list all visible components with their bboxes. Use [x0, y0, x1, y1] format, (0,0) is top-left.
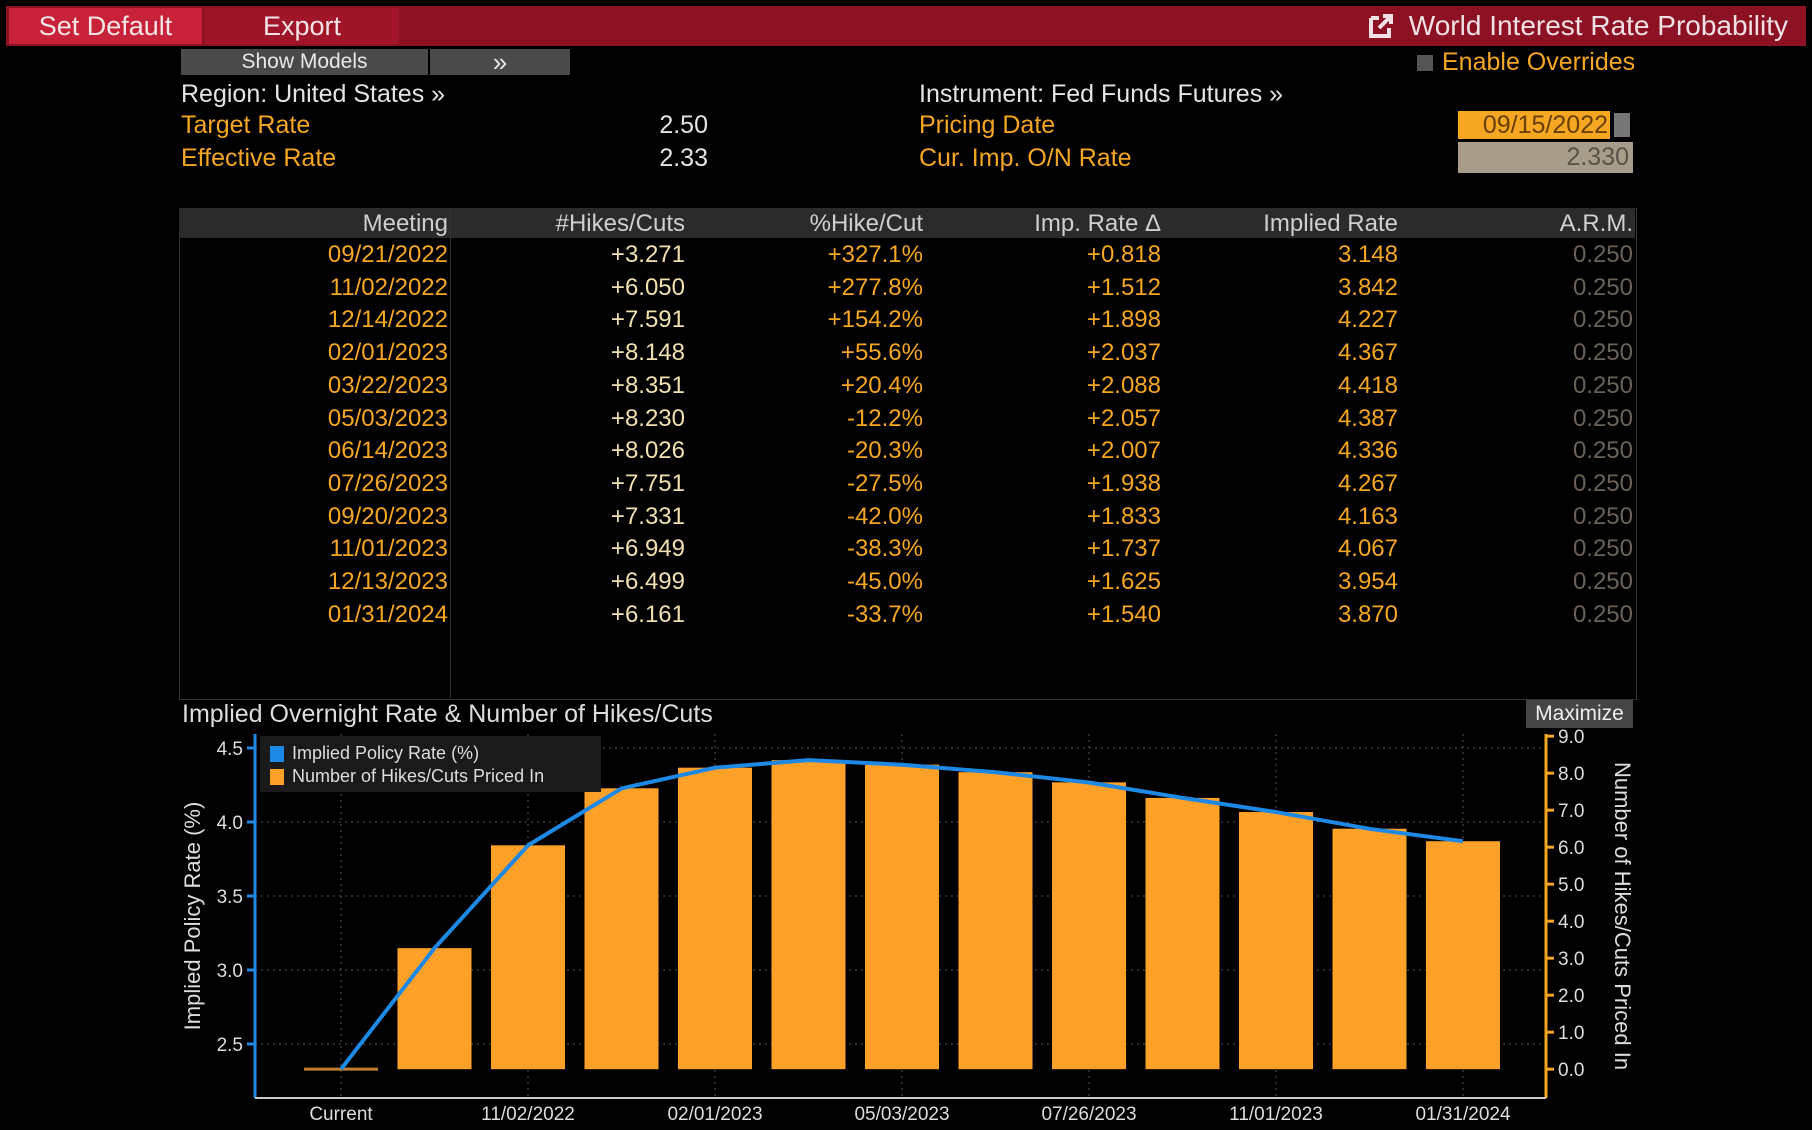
bar [1426, 841, 1500, 1070]
left-tick-label: 2.5 [217, 1035, 243, 1056]
right-tick-label: 0.0 [1558, 1060, 1584, 1081]
bar [678, 767, 752, 1070]
x-tick-label: 07/26/2023 [1041, 1104, 1136, 1125]
left-tick-label: 4.5 [217, 739, 243, 760]
bar [1052, 782, 1126, 1070]
right-tick-label: 8.0 [1558, 764, 1584, 785]
legend-swatch-line [270, 745, 284, 762]
legend-label-rate: Implied Policy Rate (%) [292, 743, 480, 763]
x-tick-label: 02/01/2023 [667, 1104, 762, 1125]
right-tick-label: 3.0 [1558, 949, 1584, 970]
right-tick-label: 9.0 [1558, 727, 1584, 748]
x-tick-label: 01/31/2024 [1415, 1104, 1511, 1125]
left-tick-label: 4.0 [217, 813, 243, 834]
chart-legend: Implied Policy Rate (%) Number of Hikes/… [260, 736, 601, 792]
bar [491, 845, 565, 1070]
x-tick-label: Current [309, 1104, 373, 1125]
x-tick-label: 11/01/2023 [1229, 1104, 1323, 1125]
right-axis-label: Number of Hikes/Cuts Priced In [1610, 761, 1635, 1071]
bar [958, 772, 1033, 1070]
bar [865, 764, 939, 1070]
bar [397, 948, 472, 1070]
chart: 2.5 3.0 3.5 4.0 4.5 0.0 1.0 2.0 3.0 4.0 5.0 6.0 7.0 8… [217, 727, 1585, 1125]
left-tick-label: 3.5 [217, 887, 243, 908]
x-tick-label: 05/03/2023 [854, 1104, 949, 1125]
right-tick-label: 7.0 [1558, 801, 1584, 822]
right-tick-label: 1.0 [1558, 1023, 1584, 1044]
x-tick-label: 11/02/2022 [481, 1104, 575, 1125]
bar [1332, 828, 1407, 1070]
right-tick-label: 4.0 [1558, 912, 1584, 933]
left-axis-label: Implied Policy Rate (%) [180, 801, 205, 1031]
bar [1239, 812, 1313, 1070]
bar [1145, 797, 1220, 1070]
right-tick-label: 2.0 [1558, 986, 1584, 1007]
legend-label-hikes: Number of Hikes/Cuts Priced In [292, 766, 545, 786]
right-tick-label: 5.0 [1558, 875, 1584, 896]
bar [584, 788, 659, 1070]
right-tick-label: 6.0 [1558, 838, 1584, 859]
bar [771, 760, 846, 1070]
left-tick-label: 3.0 [217, 961, 243, 982]
legend-swatch-bar [270, 768, 284, 785]
